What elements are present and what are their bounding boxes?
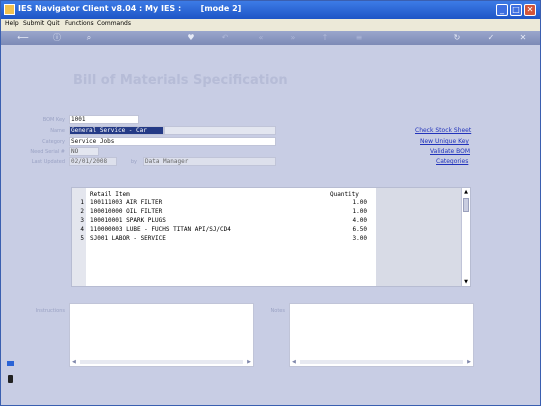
col-header-retail-item[interactable]: Retail Item	[90, 191, 130, 198]
row-number: 1	[80, 199, 84, 206]
instructions-label: Instructions	[35, 308, 65, 314]
app-logo-icon	[4, 4, 15, 15]
scroll-left-icon[interactable]: ◀	[72, 359, 76, 365]
toolbar: ⟵ ⓘ ⌕ ♥ ↶ « » ↑ ≡ ↻ ✓ ✕	[1, 31, 540, 45]
page-title: Bill of Materials Specification	[73, 73, 288, 88]
grid-scrollbar[interactable]: ▲ ▼	[461, 188, 470, 286]
row-quantity[interactable]: 6.50	[326, 225, 367, 234]
notes-hscroll[interactable]	[300, 360, 463, 364]
instructions-hscroll[interactable]	[80, 360, 243, 364]
table-row[interactable]: 1 100111003 AIR FILTER 1.00	[80, 198, 376, 207]
menu-bar: Help Submit Quit Functions Commands	[1, 19, 540, 31]
row-item[interactable]: 100010000 OIL FILTER	[90, 207, 162, 216]
menu-commands[interactable]: Commands	[97, 20, 131, 27]
instructions-textarea[interactable]: ◀ ▶	[69, 303, 254, 367]
menu-submit[interactable]: Submit	[23, 20, 44, 27]
scroll-down-icon[interactable]: ▼	[463, 279, 469, 285]
bom-items-grid: Retail Item Quantity 1 100111003 AIR FIL…	[71, 187, 471, 287]
row-number: 3	[80, 217, 84, 224]
validate-bom-link[interactable]: Validate BOM	[430, 148, 470, 155]
name-field-extension	[164, 126, 276, 135]
need-serial-label: Need Serial #	[30, 149, 65, 155]
maximize-button[interactable]: □	[510, 4, 522, 16]
close-icon[interactable]: ✕	[517, 33, 529, 43]
new-unique-key-link[interactable]: New Unique Key	[420, 138, 469, 145]
name-field[interactable]: General Service - Car	[69, 126, 164, 135]
grid-body: Retail Item Quantity 1 100111003 AIR FIL…	[80, 188, 376, 286]
side-strip	[7, 361, 15, 393]
undo-icon[interactable]: ↶	[219, 33, 231, 43]
window-title: IES Navigator Client v8.04 : My IES : [m…	[18, 4, 242, 13]
col-header-quantity[interactable]: Quantity	[330, 191, 359, 198]
info-side-icon[interactable]	[8, 375, 13, 383]
search-icon[interactable]: ⌕	[83, 33, 95, 43]
scroll-up-icon[interactable]: ▲	[463, 189, 469, 195]
table-row[interactable]: 5 SJ001 LABOR - SERVICE 3.00	[80, 234, 376, 243]
table-row[interactable]: 4 110000003 LUBE - FUCHS TITAN API/SJ/CD…	[80, 225, 376, 234]
check-icon[interactable]: ✓	[485, 33, 497, 43]
app-window: IES Navigator Client v8.04 : My IES : [m…	[0, 0, 541, 406]
category-field[interactable]: Service Jobs	[69, 137, 276, 146]
row-number: 5	[80, 235, 84, 242]
menu-help[interactable]: Help	[5, 20, 19, 27]
row-quantity[interactable]: 1.00	[326, 198, 367, 207]
row-quantity[interactable]: 4.00	[326, 216, 367, 225]
scroll-right-icon[interactable]: ▶	[247, 359, 251, 365]
minimize-button[interactable]: _	[496, 4, 508, 16]
scroll-thumb[interactable]	[463, 198, 469, 212]
table-row[interactable]: 3 100010001 SPARK PLUGS 4.00	[80, 216, 376, 225]
row-number: 4	[80, 226, 84, 233]
heart-icon[interactable]: ♥	[185, 33, 197, 43]
scroll-right-icon[interactable]: ▶	[467, 359, 471, 365]
back-icon[interactable]: ⟵	[13, 33, 33, 43]
forward-icon[interactable]: »	[287, 33, 299, 43]
categories-link[interactable]: Categories	[436, 158, 468, 165]
row-item[interactable]: 110000003 LUBE - FUCHS TITAN API/SJ/CD4	[90, 225, 231, 234]
scroll-left-icon[interactable]: ◀	[292, 359, 296, 365]
check-stock-sheet-link[interactable]: Check Stock Sheet	[415, 127, 471, 134]
name-label: Name	[50, 128, 65, 134]
by-label: by	[130, 159, 137, 165]
row-item[interactable]: SJ001 LABOR - SERVICE	[90, 234, 166, 243]
title-bar: IES Navigator Client v8.04 : My IES : [m…	[1, 1, 540, 19]
last-updated-label: Last Updated	[31, 159, 65, 165]
side-button-icon[interactable]	[7, 361, 14, 366]
rewind-icon[interactable]: «	[255, 33, 267, 43]
row-quantity[interactable]: 1.00	[326, 207, 367, 216]
notes-textarea[interactable]: ◀ ▶	[289, 303, 474, 367]
row-quantity[interactable]: 3.00	[326, 234, 367, 243]
bom-key-label: BOM Key	[42, 117, 65, 123]
export-icon[interactable]: ↑	[319, 33, 331, 43]
list-icon[interactable]: ≡	[353, 33, 365, 43]
refresh-icon[interactable]: ↻	[451, 33, 463, 43]
grid-side-panel	[376, 188, 462, 286]
menu-quit[interactable]: Quit	[47, 20, 60, 27]
bom-key-field[interactable]: 1001	[69, 115, 139, 124]
close-window-button[interactable]: ✕	[524, 4, 536, 16]
row-number: 2	[80, 208, 84, 215]
row-item[interactable]: 100010001 SPARK PLUGS	[90, 216, 166, 225]
need-serial-field[interactable]: NO	[69, 147, 99, 156]
category-label: Category	[42, 139, 65, 145]
menu-functions[interactable]: Functions	[65, 20, 94, 27]
info-icon[interactable]: ⓘ	[51, 33, 63, 43]
updated-by-field: Data Manager	[143, 157, 276, 166]
table-row[interactable]: 2 100010000 OIL FILTER 1.00	[80, 207, 376, 216]
row-item[interactable]: 100111003 AIR FILTER	[90, 198, 162, 207]
